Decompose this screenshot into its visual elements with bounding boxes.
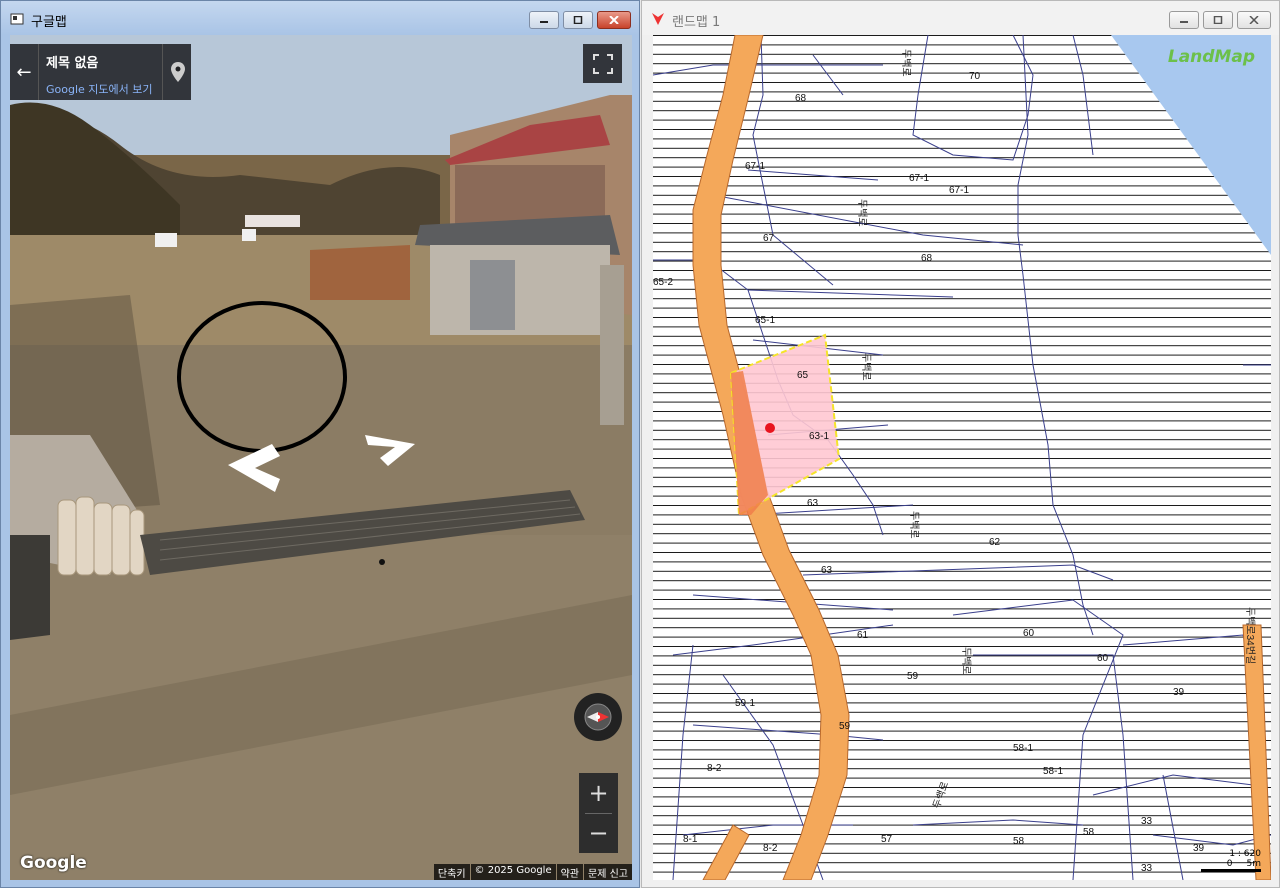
- title-bar[interactable]: 구글맵: [1, 1, 639, 35]
- parcel-number-label: 67-1: [745, 161, 765, 172]
- street-view-panorama[interactable]: ← 제목 없음 Google 지도에서 보기 + − Google 단축키 © …: [10, 35, 632, 880]
- scale-line: [1201, 869, 1261, 872]
- compass-icon: [584, 703, 612, 731]
- parcel-number-label: 68: [921, 253, 933, 264]
- zoom-divider: [585, 813, 612, 814]
- parcel-number-label: 59: [907, 671, 919, 682]
- parcel-number-label: 62: [989, 537, 1001, 548]
- compass-button[interactable]: [574, 693, 622, 741]
- title-bar[interactable]: 랜드맵 1: [642, 1, 1279, 35]
- parcel-number-label: 60: [1097, 653, 1109, 664]
- fullscreen-icon: [592, 53, 613, 74]
- landmap-app-icon: [652, 13, 664, 25]
- parcel-number-label: 58-1: [1043, 766, 1063, 777]
- map-canvas: 70 68 67-1 67-1 67-1 67 68 65-2 65-1 65 63-1 63 62 63…: [653, 35, 1271, 880]
- parcel-number-label: 70: [969, 71, 981, 82]
- minimize-icon: [540, 21, 548, 23]
- zoom-out-button[interactable]: −: [579, 813, 618, 853]
- road-name-label: 두백로34번길: [1244, 607, 1257, 664]
- minimize-icon: [1180, 21, 1188, 23]
- close-icon: [609, 16, 619, 24]
- road-name-label: 두백로: [900, 49, 912, 77]
- road-name-label: 두백로: [960, 647, 972, 675]
- cadastral-map[interactable]: 70 68 67-1 67-1 67-1 67 68 65-2 65-1 65 63-1 63 62 63…: [653, 35, 1271, 880]
- parcel-number-label: 65-1: [755, 315, 775, 326]
- maximize-icon: [1213, 16, 1223, 24]
- map-pin-icon: [170, 62, 185, 82]
- scale-zero: 0: [1226, 859, 1233, 869]
- card-divider: [38, 44, 39, 100]
- view-in-google-maps-link[interactable]: Google 지도에서 보기: [46, 81, 153, 97]
- landmap-logo: LandMap: [1167, 47, 1255, 67]
- parcel-number-label: 8-2: [763, 843, 778, 854]
- parcel-number-label: 58-1: [1013, 743, 1033, 754]
- parcel-number-label: 8-2: [707, 763, 722, 774]
- parcel-number-label: 63-1: [809, 431, 829, 442]
- scale-bar: 1 : 620 0 5m: [1201, 849, 1261, 872]
- parcel-number-label: 39: [1173, 687, 1185, 698]
- maximize-button[interactable]: [563, 11, 593, 29]
- road-name-label: 두백로: [856, 199, 868, 227]
- minimize-button[interactable]: [1169, 11, 1199, 29]
- road-name-label: 두백로: [860, 353, 872, 381]
- google-logo: Google: [20, 853, 87, 873]
- parcel-number-label: 67-1: [909, 173, 929, 184]
- parcel-number-label: 33: [1141, 816, 1153, 827]
- parcel-number-label: 68: [795, 93, 807, 104]
- close-button[interactable]: [1237, 11, 1271, 29]
- parcel-number-label: 59-1: [735, 698, 755, 709]
- report-problem-link[interactable]: 문제 신고: [584, 864, 632, 880]
- terms-link[interactable]: 약관: [556, 864, 584, 880]
- minimize-button[interactable]: [529, 11, 559, 29]
- parcel-number-label: 58: [1013, 836, 1025, 847]
- parcel-number-label: 8-1: [683, 834, 698, 845]
- google-map-window: 구글맵 ← 제목 없음 Google 지도에서 보기 + − Google 단축…: [0, 0, 640, 888]
- zoom-in-button[interactable]: +: [579, 773, 618, 813]
- parcel-number-label: 61: [857, 630, 869, 641]
- parcel-number-label: 67-1: [949, 185, 969, 196]
- shortcuts-link[interactable]: 단축키: [433, 864, 470, 880]
- parcel-number-label: 65-2: [653, 277, 673, 288]
- arrow-left-icon: ←: [16, 61, 32, 83]
- back-button[interactable]: ←: [10, 44, 38, 100]
- window-title: 랜드맵 1: [672, 15, 721, 30]
- location-marker[interactable]: [765, 423, 775, 433]
- landmap-window: 랜드맵 1 70 68 67-1 67-1 67-1 67 68 65-2 65…: [641, 0, 1280, 888]
- fullscreen-button[interactable]: [583, 44, 622, 83]
- parcel-number-label: 65: [797, 370, 809, 381]
- zoom-control: + −: [579, 773, 618, 853]
- copyright-text: © 2025 Google: [470, 864, 556, 880]
- parcel-number-label: 58: [1083, 827, 1095, 838]
- parcel-number-label: 63: [821, 565, 833, 576]
- maximize-icon: [573, 16, 583, 24]
- attribution-bar: 단축키 © 2025 Google 약관 문제 신고: [433, 864, 632, 880]
- maximize-button[interactable]: [1203, 11, 1233, 29]
- parcel-number-label: 33: [1141, 863, 1153, 874]
- parcel-number-label: 67: [763, 233, 775, 244]
- close-button[interactable]: [597, 11, 631, 29]
- map-pin-button[interactable]: [162, 44, 192, 100]
- scale-ratio: 1 : 620: [1229, 849, 1261, 859]
- close-icon: [1249, 16, 1259, 24]
- window-title: 구글맵: [31, 15, 67, 30]
- parcel-number-label: 63: [807, 498, 819, 509]
- scale-length: 5m: [1246, 859, 1262, 869]
- parcel-number-label: 60: [1023, 628, 1035, 639]
- parcel-number-label: 57: [881, 834, 893, 845]
- street-view-image: [10, 35, 632, 880]
- card-title: 제목 없음: [46, 56, 99, 71]
- location-card: ← 제목 없음 Google 지도에서 보기: [10, 44, 191, 100]
- app-icon: [10, 13, 24, 25]
- parcel-number-label: 59: [839, 721, 851, 732]
- road-name-label: 두백로: [908, 511, 920, 539]
